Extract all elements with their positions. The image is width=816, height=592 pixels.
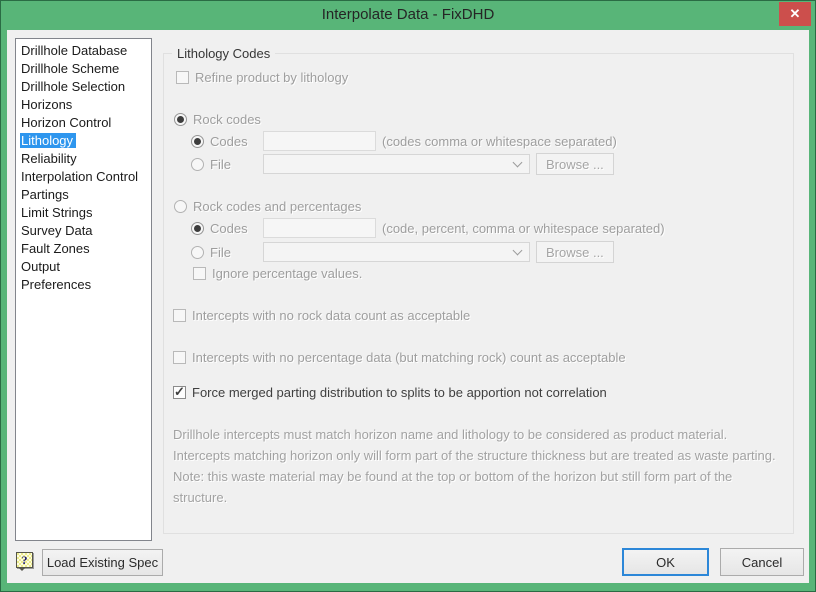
percentages-file-radio[interactable]: [191, 246, 204, 259]
category-listbox: Drillhole Database Drillhole Scheme Dril…: [15, 38, 152, 541]
no-rock-data-row: Intercepts with no rock data count as ac…: [173, 305, 470, 325]
percentages-codes-row: Codes (code, percent, comma or whitespac…: [191, 218, 665, 238]
no-rock-data-label: Intercepts with no rock data count as ac…: [192, 308, 470, 323]
sidebar-item-limit-strings[interactable]: Limit Strings: [20, 204, 149, 222]
rock-codes-row: Rock codes: [174, 109, 261, 129]
refine-row: Refine product by lithology: [176, 67, 348, 87]
sidebar-item-drillhole-scheme[interactable]: Drillhole Scheme: [20, 60, 149, 78]
sidebar-item-output[interactable]: Output: [20, 258, 149, 276]
percentages-file-row: File Browse ...: [191, 242, 614, 262]
rock-codes-percentages-row: Rock codes and percentages: [174, 196, 361, 216]
ignore-percentage-label: Ignore percentage values.: [212, 266, 362, 281]
refine-product-checkbox[interactable]: [176, 71, 189, 84]
force-merged-parting-row: Force merged parting distribution to spl…: [173, 382, 607, 402]
sidebar-item-survey-data[interactable]: Survey Data: [20, 222, 149, 240]
percentages-codes-radio[interactable]: [191, 222, 204, 235]
force-merged-parting-label: Force merged parting distribution to spl…: [192, 385, 607, 400]
rock-codes-file-combo[interactable]: [263, 154, 530, 174]
sidebar-item-horizons[interactable]: Horizons: [20, 96, 149, 114]
percentages-file-label: File: [210, 245, 257, 260]
sidebar-item-interpolation-control[interactable]: Interpolation Control: [20, 168, 149, 186]
sidebar-item-preferences[interactable]: Preferences: [20, 276, 149, 294]
help-icon: ?: [22, 553, 28, 568]
ignore-percentage-row: Ignore percentage values.: [193, 263, 362, 283]
rock-codes-file-radio[interactable]: [191, 158, 204, 171]
close-icon: ✕: [790, 6, 801, 22]
ok-button[interactable]: OK: [622, 548, 709, 576]
dialog-window: Interpolate Data - FixDHD ✕ Drillhole Da…: [0, 0, 816, 592]
cancel-button[interactable]: Cancel: [720, 548, 804, 576]
rock-codes-codes-row: Codes (codes comma or whitespace separat…: [191, 131, 617, 151]
window-title: Interpolate Data - FixDHD: [0, 0, 816, 30]
sidebar-item-horizon-control[interactable]: Horizon Control: [20, 114, 149, 132]
no-rock-data-checkbox[interactable]: [173, 309, 186, 322]
chevron-down-icon: [513, 246, 523, 256]
rock-codes-codes-hint: (codes comma or whitespace separated): [382, 134, 617, 149]
chevron-down-icon: [513, 158, 523, 168]
rock-codes-radio[interactable]: [174, 113, 187, 126]
rock-codes-percentages-radio[interactable]: [174, 200, 187, 213]
group-title: Lithology Codes: [172, 46, 275, 62]
rock-codes-codes-input[interactable]: [263, 131, 376, 151]
sidebar-item-lithology[interactable]: Lithology: [20, 132, 149, 150]
help-button[interactable]: ?: [16, 552, 33, 568]
lithology-codes-group: Lithology Codes Refine product by lithol…: [163, 53, 794, 534]
rock-codes-codes-label: Codes: [210, 134, 257, 149]
percentages-codes-hint: (code, percent, comma or whitespace sepa…: [382, 221, 665, 236]
lithology-note: Drillhole intercepts must match horizon …: [173, 424, 787, 508]
sidebar-item-partings[interactable]: Partings: [20, 186, 149, 204]
no-percentage-data-row: Intercepts with no percentage data (but …: [173, 347, 626, 367]
force-merged-parting-checkbox[interactable]: [173, 386, 186, 399]
no-percentage-data-label: Intercepts with no percentage data (but …: [192, 350, 626, 365]
ignore-percentage-checkbox[interactable]: [193, 267, 206, 280]
rock-codes-file-row: File Browse ...: [191, 154, 614, 174]
rock-codes-file-label: File: [210, 157, 257, 172]
close-button[interactable]: ✕: [779, 2, 811, 26]
dialog-client-area: Drillhole Database Drillhole Scheme Dril…: [7, 30, 809, 583]
rock-codes-browse-button[interactable]: Browse ...: [536, 153, 614, 175]
load-existing-spec-button[interactable]: Load Existing Spec: [42, 549, 163, 576]
sidebar-item-reliability[interactable]: Reliability: [20, 150, 149, 168]
refine-product-label: Refine product by lithology: [195, 70, 348, 85]
percentages-codes-input[interactable]: [263, 218, 376, 238]
no-percentage-data-checkbox[interactable]: [173, 351, 186, 364]
percentages-browse-button[interactable]: Browse ...: [536, 241, 614, 263]
sidebar-item-fault-zones[interactable]: Fault Zones: [20, 240, 149, 258]
sidebar-item-drillhole-database[interactable]: Drillhole Database: [20, 42, 149, 60]
percentages-codes-label: Codes: [210, 221, 257, 236]
rock-codes-codes-radio[interactable]: [191, 135, 204, 148]
percentages-file-combo[interactable]: [263, 242, 530, 262]
rock-codes-label: Rock codes: [193, 112, 261, 127]
rock-codes-percentages-label: Rock codes and percentages: [193, 199, 361, 214]
titlebar: Interpolate Data - FixDHD ✕: [0, 0, 816, 30]
sidebar-item-drillhole-selection[interactable]: Drillhole Selection: [20, 78, 149, 96]
